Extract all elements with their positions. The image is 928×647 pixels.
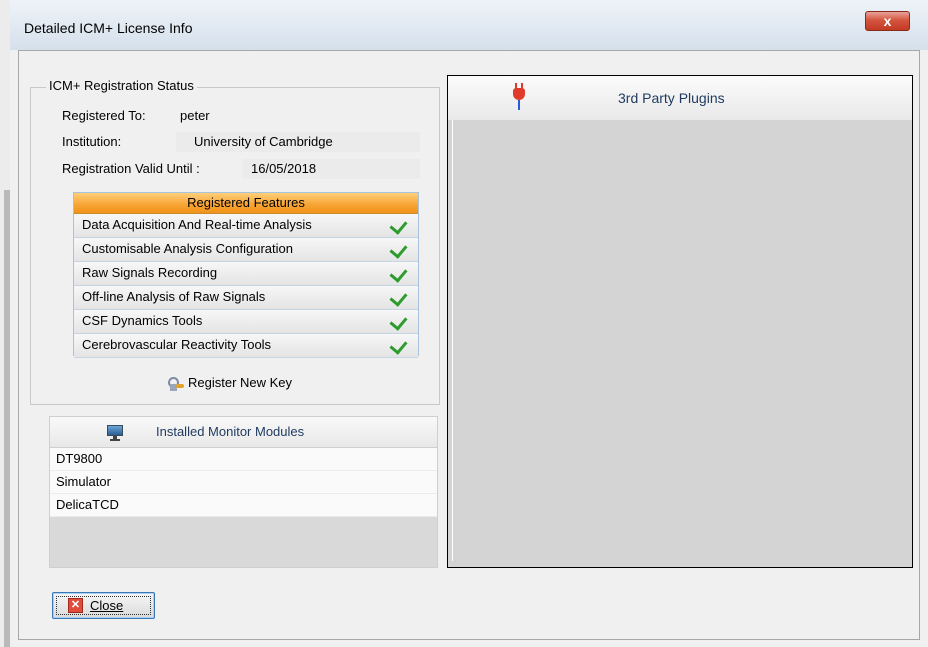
plug-icon [512,82,526,112]
plugins-header: 3rd Party Plugins [448,76,912,120]
feature-label: Raw Signals Recording [82,265,218,280]
monitor-modules-header: Installed Monitor Modules [50,417,437,448]
monitor-modules-title: Installed Monitor Modules [156,424,305,439]
installed-monitor-modules-panel: Installed Monitor Modules DT9800 Simulat… [49,416,438,568]
window-title: Detailed ICM+ License Info [24,20,193,36]
valid-until-label: Registration Valid Until : [62,161,200,176]
register-new-key-button[interactable]: Register New Key [166,372,292,394]
feature-row: Customisable Analysis Configuration [74,238,418,262]
registered-to-label: Registered To: [62,108,146,123]
monitor-module-item[interactable]: DelicaTCD [50,494,437,517]
institution-value: University of Cambridge [176,132,420,152]
feature-label: CSF Dynamics Tools [82,313,203,328]
check-icon [389,216,408,235]
feature-label: Off-line Analysis of Raw Signals [82,289,266,304]
check-icon [389,264,408,283]
feature-label: Cerebrovascular Reactivity Tools [82,337,272,352]
monitor-module-item[interactable]: Simulator [50,471,437,494]
monitor-icon [107,425,123,441]
features-header: Registered Features [74,193,418,214]
feature-label: Data Acquisition And Real-time Analysis [82,217,312,232]
monitor-module-item[interactable]: DT9800 [50,448,437,471]
key-icon [166,375,184,393]
check-icon [389,240,408,259]
check-icon [389,336,408,355]
close-x-icon: ✕ [68,598,83,613]
close-button-label: Close [90,598,124,613]
third-party-plugins-panel: 3rd Party Plugins [447,75,913,568]
registration-group-title: ICM+ Registration Status [46,78,197,93]
background-window-edge [0,0,10,647]
plugins-title: 3rd Party Plugins [618,90,725,106]
feature-row: CSF Dynamics Tools [74,310,418,334]
check-icon [389,312,408,331]
close-button[interactable]: ✕ Close [52,592,155,619]
feature-row: Off-line Analysis of Raw Signals [74,286,418,310]
feature-row: Data Acquisition And Real-time Analysis [74,214,418,238]
window-close-button[interactable]: x [865,11,910,31]
institution-label: Institution: [62,134,122,149]
registered-to-value: peter [180,108,210,123]
title-bar: Detailed ICM+ License Info x [10,0,928,50]
registered-features-table: Registered Features Data Acquisition And… [73,192,419,358]
plugins-list-area[interactable] [452,120,909,561]
feature-row: Cerebrovascular Reactivity Tools [74,334,418,358]
feature-label: Customisable Analysis Configuration [82,241,293,256]
valid-until-value: 16/05/2018 [243,159,420,179]
check-icon [389,288,408,307]
feature-row: Raw Signals Recording [74,262,418,286]
register-new-key-label: Register New Key [188,375,293,390]
